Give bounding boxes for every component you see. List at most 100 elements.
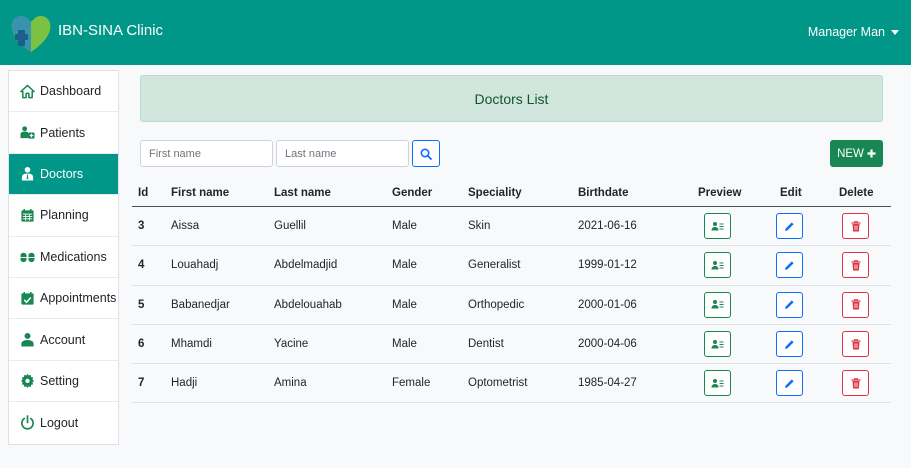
sidebar-item-planning[interactable]: Planning: [9, 195, 118, 237]
edit-button[interactable]: [776, 291, 803, 318]
top-navbar: IBN-SINA Clinic Manager Man: [0, 0, 911, 65]
trash-icon: [851, 299, 860, 310]
sidebar-item-patients[interactable]: Patients: [9, 112, 118, 154]
home-icon: [20, 84, 35, 99]
delete-button[interactable]: [842, 370, 869, 397]
preview-button[interactable]: [704, 213, 731, 240]
brand-name[interactable]: IBN-SINA Clinic: [58, 22, 163, 39]
calendar-icon: [21, 208, 34, 222]
sidebar-item-label: Doctors: [40, 166, 84, 181]
cell-last-name: Abdelmadjid: [274, 259, 338, 272]
delete-button[interactable]: [842, 213, 869, 240]
cell-first-name: Aissa: [171, 220, 200, 233]
cell-birthdate: 2000-04-06: [578, 338, 637, 351]
pencil-icon: [785, 379, 794, 388]
preview-icon: [711, 339, 724, 349]
edit-button[interactable]: [776, 331, 803, 358]
cell-birthdate: 2021-06-16: [578, 220, 637, 233]
edit-button[interactable]: [776, 252, 803, 279]
table-row: 3 Aissa Guellil Male Skin 2021-06-16: [132, 207, 891, 247]
edit-button[interactable]: [776, 370, 803, 397]
preview-button[interactable]: [704, 370, 731, 397]
power-icon: [21, 415, 34, 430]
delete-button[interactable]: [842, 291, 869, 318]
clinic-logo-icon: [11, 15, 51, 53]
cell-speciality: Orthopedic: [468, 298, 525, 311]
cell-speciality: Skin: [468, 220, 491, 233]
sidebar-item-label: Account: [40, 332, 86, 347]
column-header-id: Id: [138, 187, 149, 199]
cell-id: 3: [138, 220, 145, 233]
sidebar-item-label: Setting: [40, 373, 79, 388]
users-icon: [20, 126, 35, 139]
sidebar-item-label: Medications: [40, 249, 107, 264]
cell-speciality: Dentist: [468, 338, 504, 351]
cell-speciality: Optometrist: [468, 377, 528, 390]
cell-birthdate: 1985-04-27: [578, 377, 637, 390]
sidebar-item-logout[interactable]: Logout: [9, 402, 118, 443]
search-icon: [420, 147, 432, 160]
preview-icon: [711, 300, 724, 309]
new-doctor-button[interactable]: NEW: [830, 140, 883, 167]
trash-icon: [851, 338, 860, 350]
preview-icon: [711, 378, 724, 388]
column-header-birthdate: Birthdate: [578, 187, 629, 199]
user-icon: [21, 332, 34, 347]
cell-gender: Male: [392, 220, 417, 233]
sidebar-item-setting[interactable]: Setting: [9, 361, 118, 403]
sidebar-item-appointments[interactable]: Appointments: [9, 278, 118, 320]
last-name-input[interactable]: [276, 140, 409, 167]
sidebar-item-account[interactable]: Account: [9, 319, 118, 361]
preview-button[interactable]: [704, 331, 731, 358]
doctors-table: Id First name Last name Gender Specialit…: [132, 180, 891, 404]
table-row: 4 Louahadj Abdelmadjid Male Generalist 1999-0…: [132, 246, 891, 286]
cell-first-name: Babanedjar: [171, 298, 230, 311]
cell-last-name: Yacine: [274, 338, 309, 351]
sidebar-item-dashboard[interactable]: Dashboard: [9, 71, 118, 113]
sidebar-item-label: Appointments: [40, 291, 117, 306]
pencil-icon: [785, 339, 794, 349]
cell-last-name: Amina: [274, 377, 307, 390]
column-header-delete: Delete: [839, 187, 874, 199]
cell-birthdate: 2000-01-06: [578, 298, 637, 311]
pencil-icon: [785, 222, 794, 231]
cell-last-name: Abdelouahab: [274, 298, 342, 311]
column-header-edit: Edit: [780, 187, 802, 199]
preview-icon: [711, 260, 724, 270]
cell-gender: Male: [392, 298, 417, 311]
sidebar-item-medications[interactable]: Medications: [9, 237, 118, 278]
cell-first-name: Mhamdi: [171, 338, 212, 351]
cell-speciality: Generalist: [468, 259, 521, 272]
doctor-icon: [21, 167, 34, 181]
preview-button[interactable]: [704, 291, 731, 318]
cell-gender: Male: [392, 259, 417, 272]
pencil-icon: [785, 300, 794, 310]
trash-icon: [851, 220, 860, 232]
gear-icon: [20, 374, 35, 389]
preview-button[interactable]: [704, 252, 731, 279]
page-title-banner: Doctors List: [140, 75, 883, 122]
edit-button[interactable]: [776, 213, 803, 240]
sidebar-item-label: Planning: [40, 208, 89, 223]
calendar-check-icon: [21, 291, 34, 305]
plus-icon: [867, 149, 876, 158]
table-header: Id First name Last name Gender Specialit…: [132, 180, 891, 207]
table-row: 6 Mhamdi Yacine Male Dentist 2000-04-06: [132, 325, 891, 365]
trash-icon: [851, 378, 860, 389]
cell-id: 7: [138, 377, 145, 390]
column-header-last-name: Last name: [274, 187, 331, 199]
delete-button[interactable]: [842, 252, 869, 279]
table-body: 3 Aissa Guellil Male Skin 2021-06-16 4 Louahadj…: [132, 207, 891, 404]
column-header-first-name: First name: [171, 187, 230, 199]
table-row: 7 Hadji Amina Female Optometrist 1985-04-27: [132, 364, 891, 404]
column-header-gender: Gender: [392, 187, 433, 199]
table-row: 5 Babanedjar Abdelouahab Male Orthopedic 2000…: [132, 286, 891, 325]
search-button[interactable]: [412, 140, 440, 167]
pills-icon: [20, 253, 35, 263]
cell-gender: Female: [392, 377, 431, 390]
first-name-input[interactable]: [140, 140, 273, 167]
delete-button[interactable]: [842, 331, 869, 358]
user-menu-dropdown[interactable]: Manager Man: [808, 25, 899, 39]
column-header-speciality: Speciality: [468, 187, 522, 199]
sidebar-item-doctors[interactable]: Doctors: [9, 153, 118, 196]
